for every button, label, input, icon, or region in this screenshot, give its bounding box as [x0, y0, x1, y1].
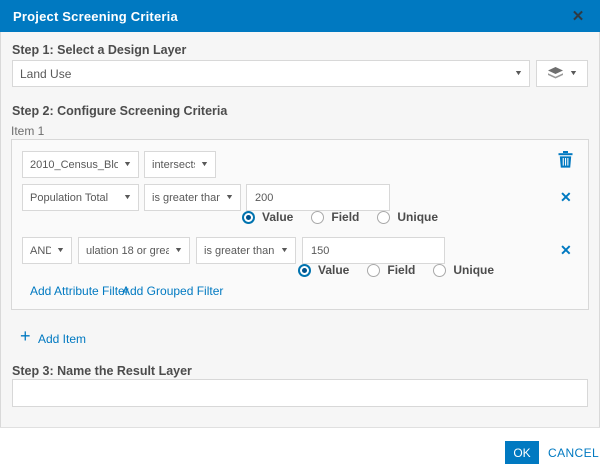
filter2-mode-field[interactable]: Field — [367, 263, 415, 277]
filter1-operator-select[interactable]: is greater than ▼ — [144, 184, 241, 211]
step1-heading: Step 1: Select a Design Layer — [12, 43, 186, 57]
radio-selected-icon — [298, 264, 311, 277]
close-icon[interactable]: ✕ — [566, 0, 590, 32]
design-layer-select[interactable]: Land Use ▼ — [12, 60, 530, 87]
filter1-field-select[interactable]: Population Total ▼ — [22, 184, 139, 211]
add-attribute-filter-link[interactable]: Add Attribute Filter — [30, 284, 129, 298]
radio-unselected-icon — [367, 264, 380, 277]
spatial-operator-select[interactable]: intersects ▼ — [144, 151, 216, 178]
cancel-button[interactable]: CANCEL — [548, 446, 599, 460]
filter1-value-mode-group: Value Field Unique — [242, 210, 456, 224]
chevron-down-icon: ▼ — [56, 247, 65, 254]
filter1-mode-value[interactable]: Value — [242, 210, 293, 224]
chevron-down-icon: ▼ — [123, 161, 132, 168]
filter2-field-select-value: ulation 18 or greater — [86, 245, 169, 257]
layers-icon — [548, 67, 563, 80]
filter1-mode-field[interactable]: Field — [311, 210, 359, 224]
radio-unselected-icon — [311, 211, 324, 224]
remove-filter2-icon[interactable]: ✕ — [560, 243, 572, 257]
filter1-field-select-value: Population Total — [30, 192, 118, 204]
criteria-layer-select[interactable]: 2010_Census_Blocks ▼ — [22, 151, 139, 178]
dialog-header: Project Screening Criteria ✕ — [0, 0, 600, 32]
design-layer-select-value: Land Use — [20, 67, 509, 81]
ok-button[interactable]: OK — [505, 441, 539, 464]
radio-unselected-icon — [433, 264, 446, 277]
step2-heading: Step 2: Configure Screening Criteria — [12, 104, 227, 118]
add-grouped-filter-link[interactable]: Add Grouped Filter — [122, 284, 223, 298]
radio-selected-icon — [242, 211, 255, 224]
filter1-value-input[interactable] — [246, 184, 390, 211]
filter2-field-select[interactable]: ulation 18 or greater ▼ — [78, 237, 190, 264]
criteria-layer-select-value: 2010_Census_Blocks — [30, 159, 118, 171]
layer-options-button[interactable]: ▼ — [536, 60, 588, 87]
filter2-logic-select[interactable]: AND ▼ — [22, 237, 72, 264]
filter2-value-input[interactable] — [302, 237, 445, 264]
filter2-operator-select[interactable]: is greater than ▼ — [196, 237, 296, 264]
chevron-down-icon: ▼ — [568, 70, 577, 77]
dialog-footer: OK CANCEL — [0, 427, 600, 473]
step3-heading: Step 3: Name the Result Layer — [12, 364, 192, 378]
filter2-logic-select-value: AND — [30, 245, 51, 257]
chevron-down-icon: ▼ — [123, 194, 132, 201]
add-item-link[interactable]: Add Item — [38, 332, 86, 346]
spatial-operator-select-value: intersects — [152, 159, 195, 171]
item-label: Item 1 — [11, 124, 44, 138]
filter2-mode-unique[interactable]: Unique — [433, 263, 494, 277]
filter1-mode-unique[interactable]: Unique — [377, 210, 438, 224]
filter2-operator-select-value: is greater than — [204, 245, 275, 257]
radio-unselected-icon — [377, 211, 390, 224]
filter2-value-mode-group: Value Field Unique — [298, 263, 512, 277]
chevron-down-icon: ▼ — [514, 70, 523, 77]
remove-filter1-icon[interactable]: ✕ — [560, 190, 572, 204]
project-screening-criteria-dialog: Project Screening Criteria ✕ Step 1: Sel… — [0, 0, 600, 473]
filter1-operator-select-value: is greater than — [152, 192, 220, 204]
result-layer-name-input[interactable] — [12, 379, 588, 407]
dialog-title: Project Screening Criteria — [13, 9, 178, 24]
chevron-down-icon: ▼ — [174, 247, 183, 254]
filter2-mode-value[interactable]: Value — [298, 263, 349, 277]
plus-icon[interactable]: + — [20, 326, 31, 347]
delete-item-trash-icon[interactable] — [558, 151, 573, 172]
chevron-down-icon: ▼ — [225, 194, 234, 201]
chevron-down-icon: ▼ — [200, 161, 209, 168]
chevron-down-icon: ▼ — [280, 247, 289, 254]
